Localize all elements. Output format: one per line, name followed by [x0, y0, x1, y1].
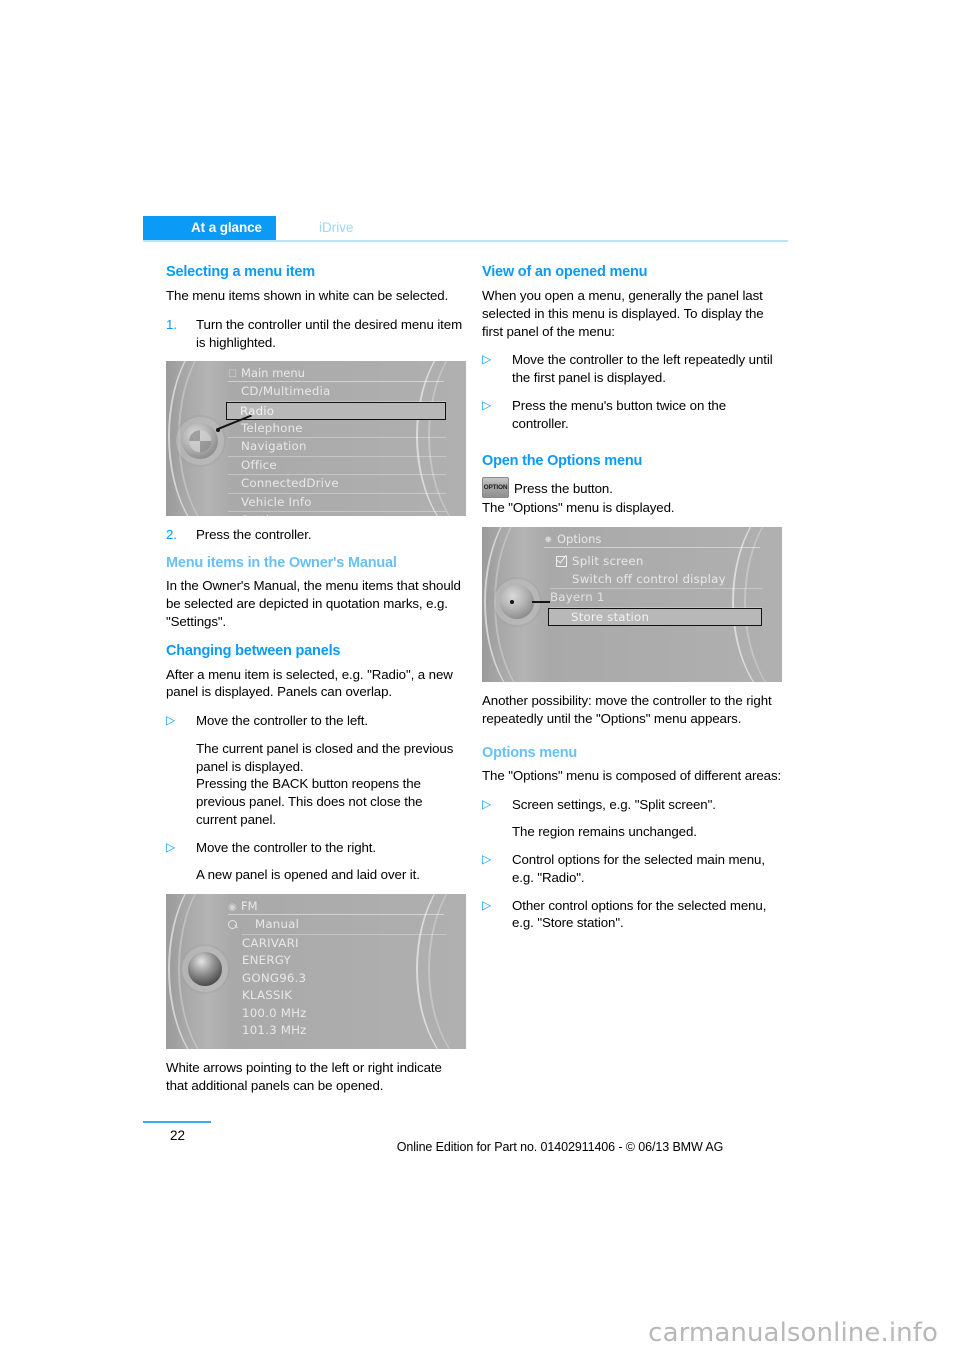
paragraph-white-arrows: White arrows pointing to the left or rig… [166, 1060, 442, 1093]
menu-item-selected: Radio [226, 401, 446, 420]
menu-item: Navigation [228, 438, 446, 457]
checkbox-checked-icon [556, 556, 567, 568]
bullet-text: Move the controller to the left. [196, 713, 368, 729]
paragraph-options-displayed: The "Options" menu is displayed. [482, 499, 675, 515]
bullet-control-options-main-menu: ▷ Control options for the selected main … [482, 851, 782, 887]
bullet-text: Control options for the selected main me… [512, 852, 765, 885]
bullet-move-controller-right: ▷ Move the controller to the right. [166, 839, 466, 857]
callout-line [532, 601, 550, 603]
bullet-1-sub-a: The current panel is closed and the prev… [196, 740, 454, 774]
options-checkbox-item: Split screen [550, 553, 762, 571]
figure-options-list: Split screen Switch off control display … [548, 553, 762, 626]
controller-knob [182, 423, 218, 460]
step-2: 2. Press the controller. [166, 526, 466, 544]
bmw-logo-icon [189, 430, 211, 453]
heading-menu-items-owners-manual: Menu items in the Owner's Manual [166, 555, 397, 572]
bullet-text: Other control options for the selected m… [512, 897, 767, 931]
bullet-3-sub: The region remains unchanged. [512, 824, 697, 840]
bullet-text: Screen settings, e.g. "Split screen". [512, 796, 716, 812]
heading-changing-between-panels: Changing between panels [166, 642, 341, 659]
menu-item: CD/Multimedia [228, 383, 446, 402]
heading-selecting-a-menu-item: Selecting a menu item [166, 264, 315, 280]
figure-options-screenshot: ✸ Options Split screen Switch off control… [482, 527, 782, 683]
bullet-move-left-repeatedly: ▷ Move the controller to the left repeat… [482, 351, 782, 387]
bullet-text: Press the menu's button twice on the con… [512, 397, 727, 431]
figure-main-menu-list: CD/Multimedia Radio Telephone Navigation… [226, 383, 446, 516]
triangle-bullet-icon: ▷ [166, 839, 176, 854]
tab-idrive[interactable]: iDrive [319, 216, 354, 240]
bullet-text: Move the controller to the right. [196, 839, 376, 855]
figure-fm-title: ◉ FM [228, 898, 444, 916]
paragraph-another-possibility: Another possibility: move the controller… [482, 693, 772, 726]
step-1-text: Turn the controller until the desired me… [196, 316, 463, 350]
heading-options-menu: Options menu [482, 744, 578, 761]
radio-icon: ◉ [228, 902, 237, 914]
figure-options-title: ✸ Options [544, 531, 760, 549]
menu-item: ConnectedDrive [228, 475, 446, 494]
page-number: 22 [170, 1128, 186, 1143]
triangle-bullet-icon: ▷ [166, 713, 176, 728]
fm-station: GONG96.3 [242, 970, 307, 985]
right-column: View of an opened menu When you open a m… [482, 263, 782, 942]
triangle-bullet-icon: ▷ [482, 852, 492, 867]
controller-knob [500, 585, 534, 620]
bullet-2-sub: A new panel is opened and laid over it. [196, 867, 420, 883]
heading-view-of-opened-menu: View of an opened menu [482, 264, 648, 280]
menu-item: Vehicle Info [228, 494, 446, 513]
bullet-press-menu-button-twice: ▷ Press the menu's button twice on the c… [482, 397, 782, 433]
options-item: Switch off control display [550, 571, 762, 590]
triangle-bullet-icon: ▷ [482, 796, 492, 811]
tab-at-a-glance[interactable]: At a glance [143, 216, 276, 240]
menu-item: Office [228, 457, 446, 476]
bullet-text: Move the controller to the left repeated… [512, 352, 773, 386]
footer-divider [143, 1121, 211, 1123]
step-1-marker: 1. [166, 316, 177, 332]
option-button-label: OPTION [483, 483, 508, 491]
option-button-line: OPTION Press the button. [482, 476, 782, 498]
step-2-text: Press the controller. [196, 527, 312, 543]
options-icon: ✸ [544, 535, 553, 547]
figure-main-menu-screenshot: ☐ Main menu CD/Multimedia Radio Telephone… [166, 361, 466, 517]
fm-search-item: Manual [228, 916, 446, 935]
fm-station: KLASSIK [242, 988, 293, 1003]
header-divider [143, 240, 788, 242]
paragraph-open-a-menu: When you open a menu, generally the pane… [482, 288, 764, 339]
fm-station: CARIVARI [242, 935, 299, 950]
paragraph-menu-items-white: The menu items shown in white can be sel… [166, 288, 449, 304]
triangle-bullet-icon: ▷ [482, 897, 492, 912]
heading-open-the-options-menu: Open the Options menu [482, 453, 643, 470]
fm-station: 100.0 MHz [242, 1005, 307, 1020]
fm-station: 101.3 MHz [242, 1023, 307, 1038]
triangle-bullet-icon: ▷ [482, 397, 492, 412]
option-button-icon: OPTION [482, 476, 509, 498]
bullet-other-control-options: ▷ Other control options for the selected… [482, 897, 782, 933]
options-group-label: Bayern 1 [550, 589, 762, 608]
bullet-move-controller-left: ▷ Move the controller to the left. [166, 712, 466, 730]
paragraph-panels-overlap: After a menu item is selected, e.g. "Rad… [166, 666, 453, 700]
bullet-1-sub-b: Pressing the BACK button reopens the pre… [196, 776, 423, 827]
figure-fm-screenshot: ◉ FM Manual CARIVARI ENERGY GONG96.3 KLAS… [166, 894, 466, 1050]
footer-edition-note: Online Edition for Part no. 01402911406 … [396, 1140, 724, 1154]
manual-page: At a glance iDrive Selecting a menu item… [0, 0, 960, 1358]
white-down-arrow-icon [192, 916, 218, 960]
figure-main-menu-title: ☐ Main menu [228, 365, 444, 383]
magnifier-icon [228, 920, 237, 930]
triangle-bullet-icon: ▷ [482, 352, 492, 367]
left-column: Selecting a menu item The menu items sho… [166, 263, 466, 1106]
options-item-selected: Store station [548, 607, 762, 626]
figure-fm-list: Manual CARIVARI ENERGY GONG96.3 KLASSIK … [228, 916, 446, 1040]
menu-item: Telephone [228, 420, 446, 439]
paragraph-composed-of-areas: The "Options" menu is composed of differ… [482, 767, 782, 783]
step-1: 1. Turn the controller until the desired… [166, 316, 466, 352]
panel-icon: ☐ [228, 369, 237, 381]
watermark: carmanualsonline.info [648, 1318, 938, 1348]
bullet-screen-settings: ▷ Screen settings, e.g. "Split screen". [482, 796, 782, 814]
header-tab-bar: At a glance iDrive [143, 216, 788, 242]
paragraph-owners-manual-quotation: In the Owner's Manual, the menu items th… [166, 578, 461, 629]
option-press-text: Press the button. [514, 480, 613, 496]
menu-item: Settings [228, 512, 446, 516]
fm-station: ENERGY [242, 953, 291, 968]
step-2-marker: 2. [166, 527, 177, 543]
